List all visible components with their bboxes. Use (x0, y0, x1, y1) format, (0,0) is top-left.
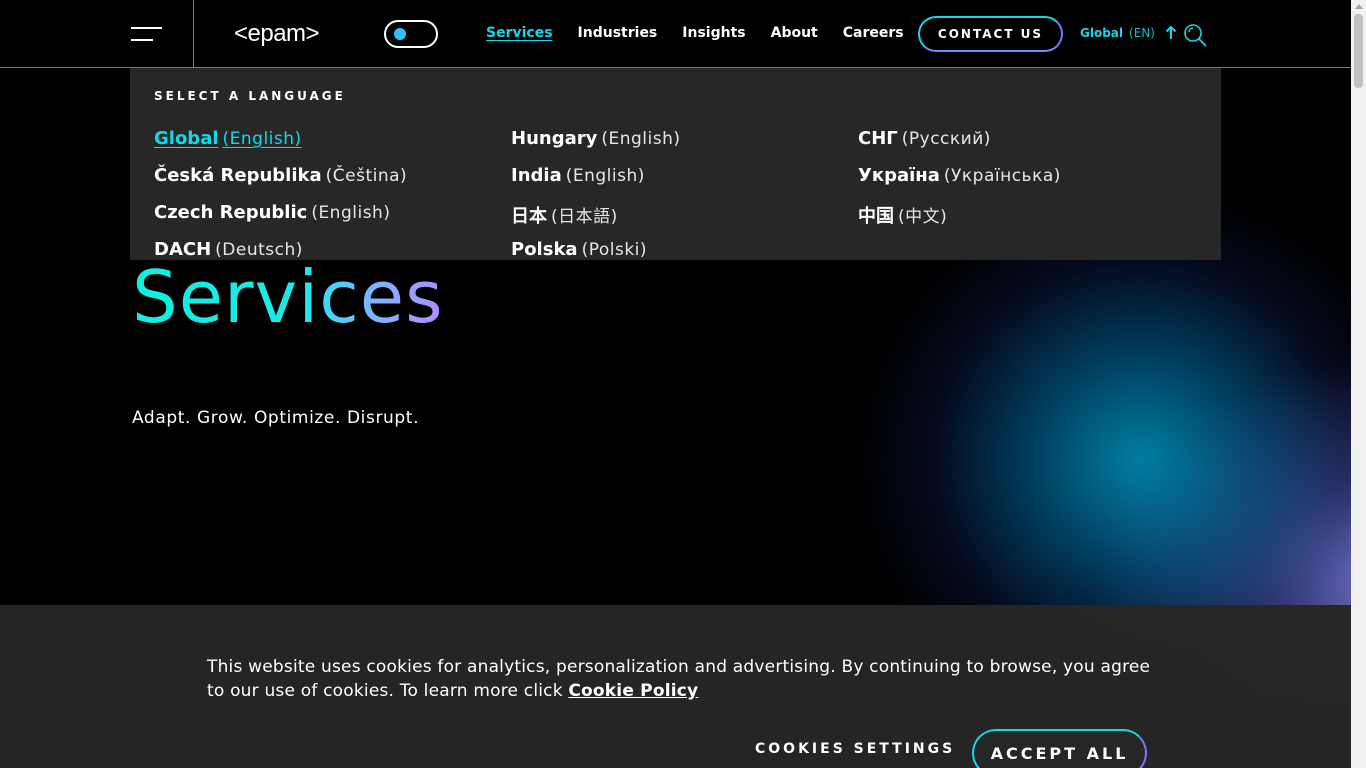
page-scrollbar[interactable] (1351, 0, 1366, 768)
language-option-dach[interactable]: DACH (Deutsch) (154, 239, 407, 260)
language-country: Polska (511, 239, 578, 260)
language-region: Global (1080, 26, 1124, 40)
search-icon[interactable] (1182, 22, 1208, 48)
language-country: Hungary (511, 128, 598, 149)
menu-icon-line (131, 39, 153, 41)
language-option-cis[interactable]: СНГ (Русский) (858, 128, 1061, 165)
language-option-japan[interactable]: 日本 (日本語) (511, 202, 681, 239)
language-column: СНГ (Русский) Україна (Українська) 中国 (中文) (858, 128, 1061, 239)
language-option-global[interactable]: Global (English) (154, 128, 407, 165)
menu-icon[interactable] (131, 26, 163, 42)
language-name: (Русский) (901, 129, 991, 149)
language-country: СНГ (858, 128, 898, 149)
language-name: (Polski) (581, 240, 648, 260)
language-option-ukraine[interactable]: Україна (Українська) (858, 165, 1061, 202)
language-country: Česká Republika (154, 165, 322, 186)
arrow-up-icon (1165, 26, 1177, 39)
language-country: Україна (858, 165, 940, 186)
main-nav: Services Industries Insights About Caree… (486, 25, 929, 41)
cookie-banner: This website uses cookies for analytics,… (0, 605, 1351, 768)
scroll-up-arrow-icon[interactable] (1355, 4, 1363, 9)
page-title: Services (132, 255, 444, 339)
language-column: Global (English) Česká Republika (Čeština)… (154, 128, 407, 260)
language-country: DACH (154, 239, 212, 260)
language-country: 日本 (511, 206, 547, 227)
header-divider (193, 0, 194, 68)
page-subtitle: Adapt. Grow. Optimize. Disrupt. (132, 408, 420, 428)
menu-icon-line (131, 27, 162, 29)
language-option-hungary[interactable]: Hungary (English) (511, 128, 681, 165)
language-name: (English) (565, 166, 645, 186)
site-header: <epam> Services Industries Insights Abou… (0, 0, 1351, 68)
nav-about[interactable]: About (771, 25, 818, 41)
language-country: Czech Republic (154, 202, 308, 223)
cookie-message: This website uses cookies for analytics,… (207, 655, 1167, 703)
cookies-settings-button[interactable]: COOKIES SETTINGS (755, 741, 955, 757)
language-name: (日本語) (551, 207, 618, 227)
language-option-cz-en[interactable]: Czech Republic (English) (154, 202, 407, 239)
contact-us-button[interactable]: CONTACT US (918, 16, 1063, 52)
language-option-poland[interactable]: Polska (Polski) (511, 239, 681, 260)
language-name: (中文) (898, 207, 948, 227)
nav-careers[interactable]: Careers (843, 25, 904, 41)
language-name: (Українська) (943, 166, 1061, 186)
language-dropdown: SELECT A LANGUAGE Global (English) Česká … (130, 68, 1221, 260)
language-name: (Čeština) (325, 166, 408, 186)
theme-toggle-knob (394, 28, 406, 40)
language-country: 中国 (858, 206, 894, 227)
language-name: (English) (601, 129, 681, 149)
epam-logo[interactable]: <epam> (234, 20, 320, 48)
language-name: (Deutsch) (215, 240, 303, 260)
nav-industries[interactable]: Industries (578, 25, 658, 41)
language-name: (English) (311, 203, 391, 223)
accept-all-button[interactable]: ACCEPT ALL (972, 729, 1147, 768)
language-option-cz-cs[interactable]: Česká Republika (Čeština) (154, 165, 407, 202)
language-column: Hungary (English) India (English) 日本 (日本語) … (511, 128, 681, 260)
nav-insights[interactable]: Insights (682, 25, 745, 41)
language-code: (EN) (1129, 26, 1155, 40)
language-country: Global (154, 128, 219, 149)
language-option-china[interactable]: 中国 (中文) (858, 202, 1061, 239)
language-dropdown-heading: SELECT A LANGUAGE (154, 89, 346, 103)
scrollbar-thumb[interactable] (1354, 14, 1363, 88)
theme-toggle[interactable] (384, 20, 438, 48)
language-option-india[interactable]: India (English) (511, 165, 681, 202)
language-selector[interactable]: Global (EN) (1080, 26, 1177, 40)
language-country: India (511, 165, 562, 186)
language-name: (English) (222, 129, 302, 149)
cookie-policy-link[interactable]: Cookie Policy (568, 681, 698, 701)
nav-services[interactable]: Services (486, 25, 553, 41)
